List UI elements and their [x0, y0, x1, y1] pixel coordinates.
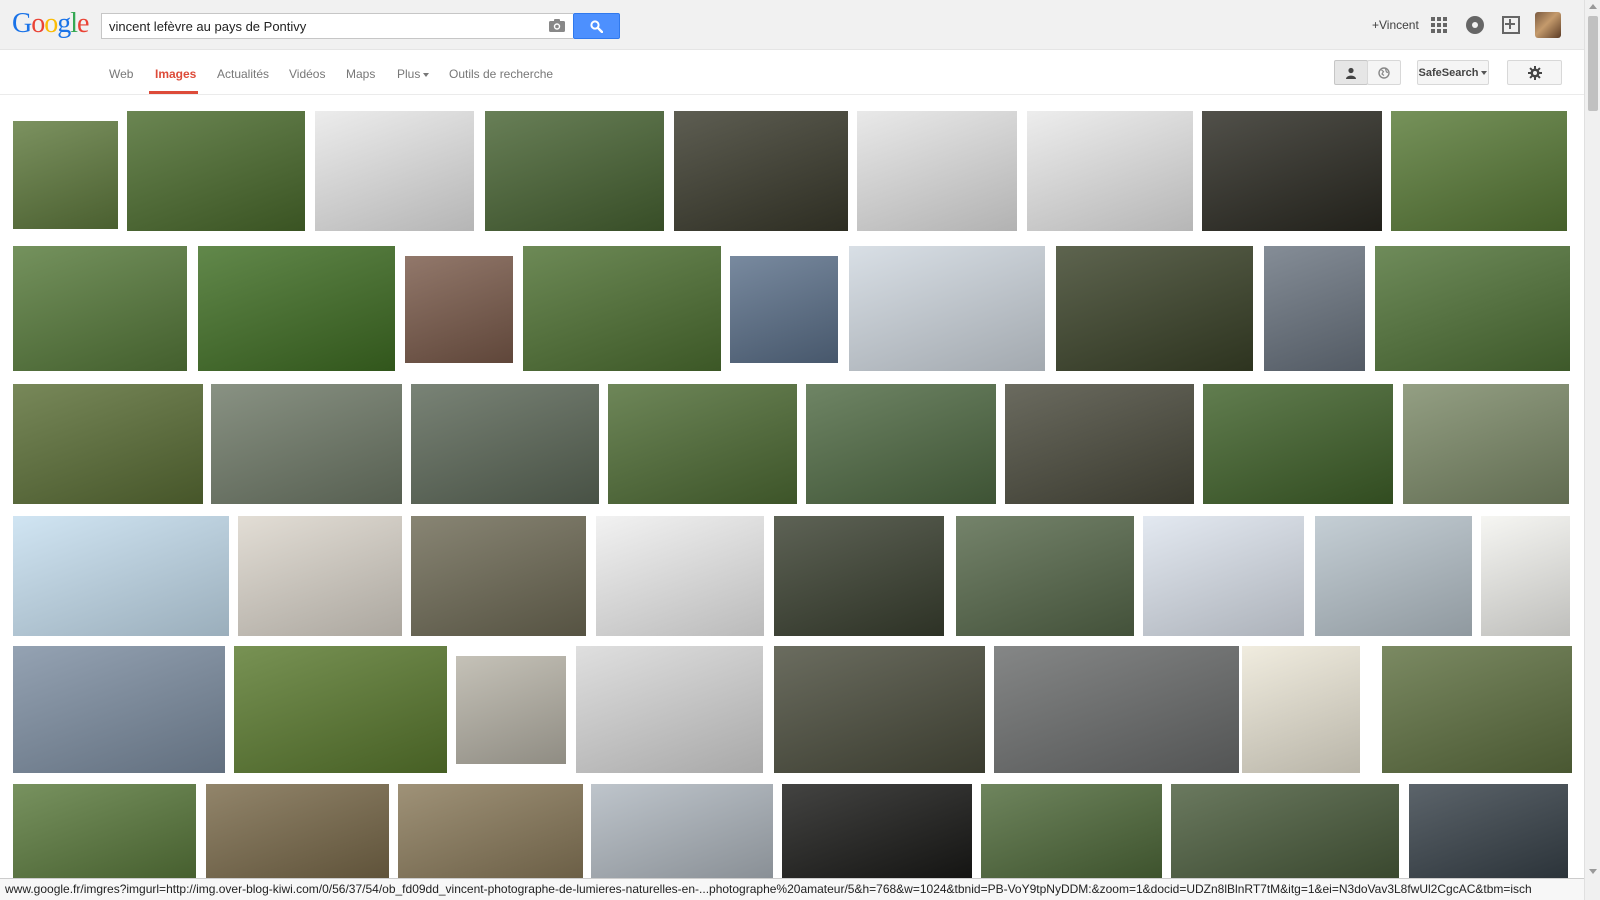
image-result-thumbnail[interactable] — [315, 111, 474, 231]
image-result-thumbnail[interactable] — [849, 246, 1045, 371]
user-profile-link[interactable]: +Vincent — [1372, 18, 1419, 32]
logo-letter: e — [77, 8, 89, 39]
image-result-thumbnail[interactable] — [674, 111, 848, 231]
image-result-thumbnail[interactable] — [1203, 384, 1393, 504]
global-results-button[interactable] — [1367, 60, 1401, 85]
logo-letter: o — [31, 8, 45, 39]
search-box — [101, 13, 573, 39]
image-result-thumbnail[interactable] — [411, 516, 586, 636]
vertical-scrollbar[interactable] — [1584, 0, 1600, 900]
image-result-thumbnail[interactable] — [608, 384, 797, 504]
image-result-thumbnail[interactable] — [13, 784, 196, 878]
image-result-thumbnail[interactable] — [774, 516, 944, 636]
tab-more-label: Plus — [397, 67, 421, 81]
image-result-thumbnail[interactable] — [1315, 516, 1472, 636]
logo-letter: l — [70, 8, 78, 39]
image-result-thumbnail[interactable] — [1409, 784, 1568, 878]
search-icon — [590, 19, 603, 33]
image-result-thumbnail[interactable] — [994, 646, 1239, 773]
image-result-thumbnail[interactable] — [1403, 384, 1569, 504]
image-result-thumbnail[interactable] — [1027, 111, 1193, 231]
active-tab-indicator — [149, 91, 198, 94]
image-result-thumbnail[interactable] — [206, 784, 389, 878]
safesearch-label: SafeSearch — [1418, 66, 1479, 79]
image-result-thumbnail[interactable] — [1391, 111, 1567, 231]
tab-maps[interactable]: Maps — [346, 67, 375, 81]
image-result-thumbnail[interactable] — [127, 111, 305, 231]
image-result-thumbnail[interactable] — [238, 516, 402, 636]
image-result-thumbnail[interactable] — [596, 516, 764, 636]
search-input[interactable] — [102, 14, 542, 38]
image-result-thumbnail[interactable] — [198, 246, 395, 371]
image-result-thumbnail[interactable] — [956, 516, 1134, 636]
image-result-thumbnail[interactable] — [398, 784, 583, 878]
tab-actualites[interactable]: Actualités — [217, 67, 269, 81]
tab-videos[interactable]: Vidéos — [289, 67, 325, 81]
image-result-thumbnail[interactable] — [13, 384, 203, 504]
chevron-down-icon — [423, 72, 430, 77]
image-result-thumbnail[interactable] — [1005, 384, 1194, 504]
gear-icon — [1527, 65, 1542, 80]
image-result-thumbnail[interactable] — [806, 384, 996, 504]
tab-web[interactable]: Web — [109, 67, 133, 81]
share-plus-icon[interactable] — [1502, 16, 1520, 34]
image-result-thumbnail[interactable] — [591, 784, 773, 878]
image-result-thumbnail[interactable] — [1264, 246, 1365, 371]
status-bar-url: www.google.fr/imgres?imgurl=http://img.o… — [0, 878, 1584, 900]
notifications-icon[interactable] — [1466, 16, 1484, 34]
image-result-thumbnail[interactable] — [1382, 646, 1572, 773]
chevron-down-icon — [1481, 70, 1488, 75]
scroll-up-arrow-icon[interactable] — [1589, 4, 1597, 9]
image-result-thumbnail[interactable] — [13, 121, 118, 229]
tab-images[interactable]: Images — [155, 67, 196, 81]
image-result-thumbnail[interactable] — [211, 384, 402, 504]
image-results-grid — [0, 96, 1584, 878]
globe-icon — [1378, 66, 1390, 79]
image-result-thumbnail[interactable] — [485, 111, 664, 231]
tab-search-tools[interactable]: Outils de recherche — [449, 67, 553, 81]
image-result-thumbnail[interactable] — [1143, 516, 1304, 636]
image-result-thumbnail[interactable] — [13, 516, 229, 636]
google-logo[interactable]: Google — [12, 8, 89, 39]
image-result-thumbnail[interactable] — [782, 784, 972, 878]
image-result-thumbnail[interactable] — [730, 256, 838, 363]
image-result-thumbnail[interactable] — [13, 246, 187, 371]
image-result-thumbnail[interactable] — [774, 646, 985, 773]
tab-more[interactable]: Plus — [397, 67, 430, 81]
avatar[interactable] — [1535, 12, 1561, 38]
person-icon — [1346, 67, 1356, 79]
camera-icon[interactable] — [549, 19, 565, 32]
logo-letter: G — [12, 8, 32, 39]
image-result-thumbnail[interactable] — [1481, 516, 1570, 636]
image-result-thumbnail[interactable] — [523, 246, 721, 371]
image-result-thumbnail[interactable] — [405, 256, 513, 363]
image-result-thumbnail[interactable] — [13, 646, 225, 773]
search-button[interactable] — [573, 13, 620, 39]
scroll-down-arrow-icon[interactable] — [1589, 869, 1597, 874]
image-result-thumbnail[interactable] — [1375, 246, 1570, 371]
image-result-thumbnail[interactable] — [411, 384, 599, 504]
image-result-thumbnail[interactable] — [456, 656, 566, 764]
apps-grid-icon[interactable] — [1431, 17, 1447, 33]
image-result-thumbnail[interactable] — [234, 646, 447, 773]
settings-button[interactable] — [1507, 60, 1562, 85]
logo-letter: o — [44, 8, 58, 39]
logo-letter: g — [57, 8, 71, 39]
image-result-thumbnail[interactable] — [1202, 111, 1382, 231]
image-result-thumbnail[interactable] — [981, 784, 1162, 878]
image-result-thumbnail[interactable] — [1056, 246, 1253, 371]
image-result-thumbnail[interactable] — [576, 646, 763, 773]
safesearch-button[interactable]: SafeSearch — [1417, 60, 1489, 85]
image-result-thumbnail[interactable] — [1171, 784, 1399, 878]
image-result-thumbnail[interactable] — [857, 111, 1017, 231]
private-results-button[interactable] — [1334, 60, 1368, 85]
image-result-thumbnail[interactable] — [1242, 646, 1360, 773]
top-bar: Google +Vincent — [0, 0, 1584, 50]
scrollbar-thumb[interactable] — [1588, 16, 1598, 111]
